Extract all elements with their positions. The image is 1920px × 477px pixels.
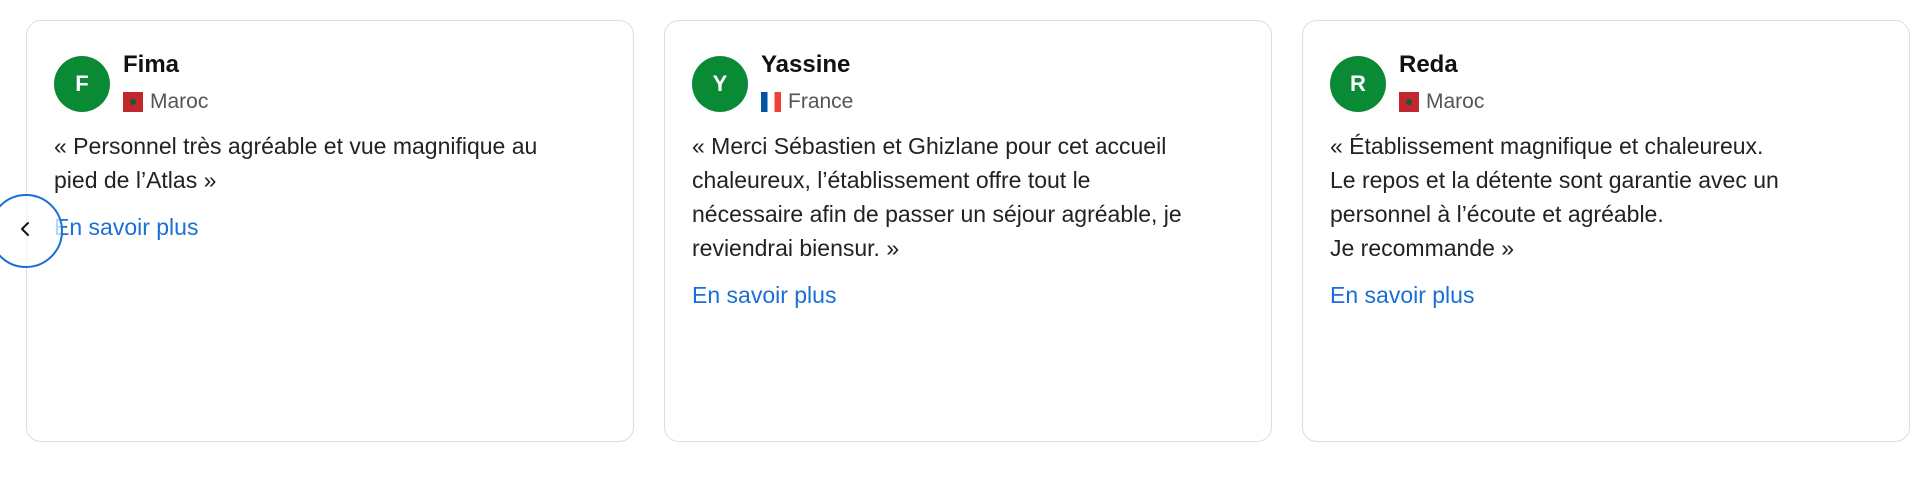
testimonial-card: R Reda Maroc « Établissement magnifique … bbox=[1302, 20, 1910, 442]
reviewer-country: Maroc bbox=[123, 90, 208, 114]
france-flag-icon bbox=[761, 92, 781, 112]
reviewer-name: Fima bbox=[123, 51, 180, 78]
reviewer-country: Maroc bbox=[1399, 90, 1484, 114]
read-more-link[interactable]: En savoir plus bbox=[1330, 282, 1474, 309]
country-label: Maroc bbox=[150, 90, 209, 113]
testimonial-quote: « Personnel très agréable et vue magnifi… bbox=[54, 133, 538, 193]
reviewer-country: France bbox=[761, 90, 853, 114]
testimonial-card: F Fima Maroc « Personnel très agréable e… bbox=[26, 20, 634, 442]
testimonial-card: Y Yassine France « Merci Sébastien et Gh… bbox=[664, 20, 1272, 442]
reviewer-name: Yassine bbox=[761, 51, 851, 78]
country-label: France bbox=[788, 90, 854, 113]
avatar: R bbox=[1330, 56, 1386, 112]
testimonial-quote: « Établissement magnifique et chaleureux… bbox=[1330, 133, 1779, 261]
read-more-link[interactable]: En savoir plus bbox=[692, 282, 836, 309]
chevron-left-icon bbox=[17, 220, 35, 243]
morocco-flag-icon bbox=[1399, 92, 1419, 112]
avatar: F bbox=[54, 56, 110, 112]
morocco-flag-icon bbox=[123, 92, 143, 112]
testimonial-quote: « Merci Sébastien et Ghizlane pour cet a… bbox=[692, 133, 1182, 261]
testimonials-carousel: F Fima Maroc « Personnel très agréable e… bbox=[0, 0, 1920, 477]
avatar: Y bbox=[692, 56, 748, 112]
country-label: Maroc bbox=[1426, 90, 1485, 113]
read-more-link[interactable]: En savoir plus bbox=[54, 214, 198, 241]
reviewer-name: Reda bbox=[1399, 51, 1458, 78]
